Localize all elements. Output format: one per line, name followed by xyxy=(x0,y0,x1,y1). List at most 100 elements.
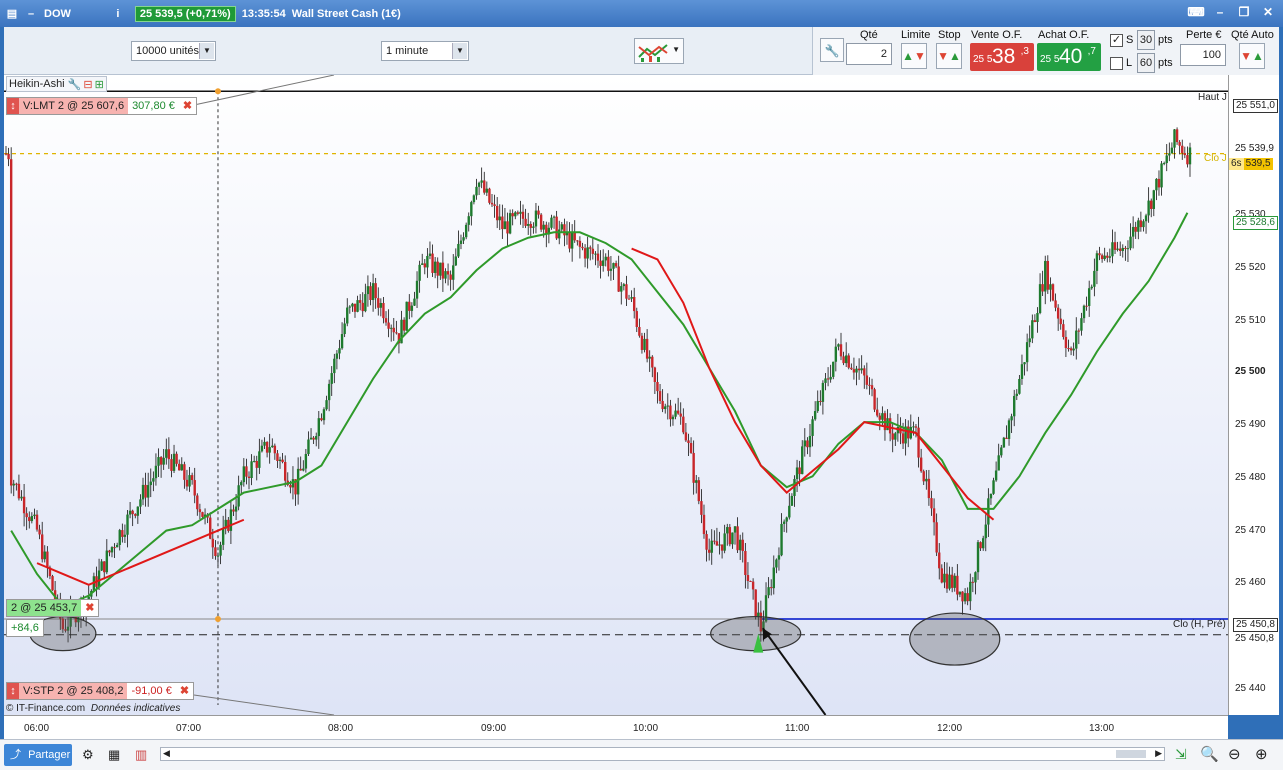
candle-body xyxy=(671,416,675,420)
candle-body xyxy=(780,523,783,556)
close-icon[interactable]: ✕ xyxy=(1259,5,1277,21)
zoom-in-icon[interactable]: ⊕ xyxy=(1255,745,1268,763)
s-checkbox[interactable]: ✓ xyxy=(1110,34,1123,47)
candle-body xyxy=(1098,253,1101,256)
close-icon[interactable]: ✖ xyxy=(81,600,98,616)
share-button[interactable]: ⤴ Partager xyxy=(4,744,72,766)
info-icon[interactable]: i xyxy=(111,7,125,21)
candle-body xyxy=(519,211,522,214)
candle-body xyxy=(283,462,287,481)
wrench-icon[interactable]: 🔧 xyxy=(68,78,82,91)
remove-indicator-icon[interactable]: ⊟ xyxy=(83,78,92,91)
window-menu-icon[interactable]: ▤ xyxy=(5,7,19,21)
symbol-label[interactable]: DOW xyxy=(44,8,71,20)
chevron-down-icon[interactable]: ▼ xyxy=(199,43,214,59)
candle-body xyxy=(229,509,233,531)
candle-body xyxy=(46,551,49,568)
zoom-out-icon[interactable]: ⊖ xyxy=(1228,745,1241,763)
price-chart[interactable] xyxy=(4,75,1228,715)
candle-body xyxy=(1041,284,1044,292)
candle-body xyxy=(894,433,897,440)
close-icon[interactable]: ✖ xyxy=(176,683,193,699)
order-anchor-point xyxy=(214,88,221,95)
candle-body xyxy=(152,478,155,482)
drag-handle-icon[interactable]: ↕ xyxy=(7,98,19,114)
restore-icon[interactable]: ❐ xyxy=(1235,5,1253,21)
chevron-down-icon[interactable]: ▼ xyxy=(452,43,467,59)
candle-body xyxy=(369,286,372,301)
drawing-tools-icon[interactable]: ⚙ xyxy=(82,747,94,763)
sell-button[interactable]: 25 5 38 ,3 xyxy=(970,43,1034,71)
close-icon[interactable]: ✖ xyxy=(179,98,196,114)
y-tick: 25 470 xyxy=(1235,525,1266,536)
scroll-left-icon[interactable]: ◀ xyxy=(163,748,170,759)
buy-button[interactable]: 25 5 40 ,7 xyxy=(1037,43,1101,71)
wrench-icon[interactable]: 🔧 xyxy=(820,38,844,62)
indicator-header[interactable]: Heikin-Ashi 🔧 ⊟ ⊞ xyxy=(6,76,107,92)
auto-qty-icon[interactable]: ▼▲ xyxy=(1239,43,1265,69)
x-tick: 13:00 xyxy=(1089,723,1115,734)
candle-body xyxy=(581,246,584,249)
add-indicator-icon[interactable]: ⊞ xyxy=(95,78,104,91)
drag-handle-icon[interactable]: ↕ xyxy=(7,683,19,699)
minimize-chart-icon[interactable]: – xyxy=(24,7,38,21)
candle-body xyxy=(299,468,302,471)
candle-body xyxy=(395,332,398,334)
keyboard-icon[interactable]: ⌨ xyxy=(1187,5,1205,21)
candle-body xyxy=(441,262,445,279)
columns-icon[interactable]: ▥ xyxy=(135,747,147,763)
candle-body xyxy=(276,453,279,461)
candle-body xyxy=(878,415,881,420)
stop-order-icon[interactable]: ▼▲ xyxy=(936,43,962,69)
s-input[interactable]: 30 xyxy=(1137,30,1155,50)
candle-body xyxy=(454,256,458,266)
candle-body xyxy=(775,559,778,568)
l-input[interactable]: 60 xyxy=(1137,53,1155,73)
candle-body xyxy=(28,517,31,522)
chart-type-button[interactable]: ▼ xyxy=(634,38,684,64)
candle-body xyxy=(1023,362,1026,365)
position-tag[interactable]: 2 @ 25 453,7 ✖ xyxy=(6,599,100,617)
candle-body xyxy=(7,153,10,160)
candle-body xyxy=(860,368,863,371)
zoom-fit-icon[interactable]: 🔍 xyxy=(1200,745,1219,763)
current-price-tag: 6s 539,5 xyxy=(1229,158,1273,170)
qty-input[interactable]: 2 xyxy=(846,43,892,65)
chart-canvas[interactable] xyxy=(4,75,1228,715)
limit-order-icon[interactable]: ▲▼ xyxy=(901,43,927,69)
limit-order-text: V:LMT 2 @ 25 607,6 xyxy=(19,98,129,114)
candle-body xyxy=(852,369,856,373)
candle-body xyxy=(886,418,889,431)
table-icon[interactable]: ▦ xyxy=(108,747,120,763)
scroll-right-icon[interactable]: ▶ xyxy=(1155,748,1162,759)
limit-order-tag[interactable]: ↕ V:LMT 2 @ 25 607,6 307,80 € ✖ xyxy=(6,97,198,115)
y-tick: 25 490 xyxy=(1235,419,1266,430)
countdown: 6s xyxy=(1229,158,1244,170)
chevron-down-icon[interactable]: ▼ xyxy=(672,45,680,54)
price-axis[interactable]: 25 551,0 25 539,9 25 530 25 528,6 25 520… xyxy=(1228,75,1279,715)
time-axis[interactable]: 06:00 07:00 08:00 09:00 10:00 11:00 12:0… xyxy=(4,715,1228,739)
candle-body xyxy=(1129,236,1132,249)
horizontal-scrollbar[interactable]: ◀ ▶ xyxy=(160,747,1165,761)
chart-type-icon xyxy=(638,44,668,62)
candle-body xyxy=(992,480,995,494)
scroll-thumb[interactable] xyxy=(1116,750,1146,758)
interval-select[interactable]: 1 minute ▼ xyxy=(381,41,469,61)
stop-order-tag[interactable]: ↕ V:STP 2 @ 25 408,2 -91,00 € ✖ xyxy=(6,682,195,700)
loss-input[interactable]: 100 xyxy=(1180,44,1226,66)
candle-body xyxy=(767,587,770,596)
buy-label: Achat O.F. xyxy=(1038,29,1090,41)
l-checkbox[interactable] xyxy=(1110,57,1123,70)
minimize-icon[interactable]: – xyxy=(1211,5,1229,21)
candle-body xyxy=(302,468,305,471)
candle-body xyxy=(320,418,323,421)
units-select[interactable]: 10000 unités ▼ xyxy=(131,41,216,61)
candle-body xyxy=(433,261,437,273)
candle-body xyxy=(408,301,411,311)
candle-body xyxy=(922,471,925,482)
fit-chart-icon[interactable]: ⇲ xyxy=(1175,746,1187,763)
indicator-name: Heikin-Ashi xyxy=(9,78,65,90)
candle-body xyxy=(162,457,165,465)
candle-body xyxy=(180,464,183,471)
candle-body xyxy=(601,260,605,266)
